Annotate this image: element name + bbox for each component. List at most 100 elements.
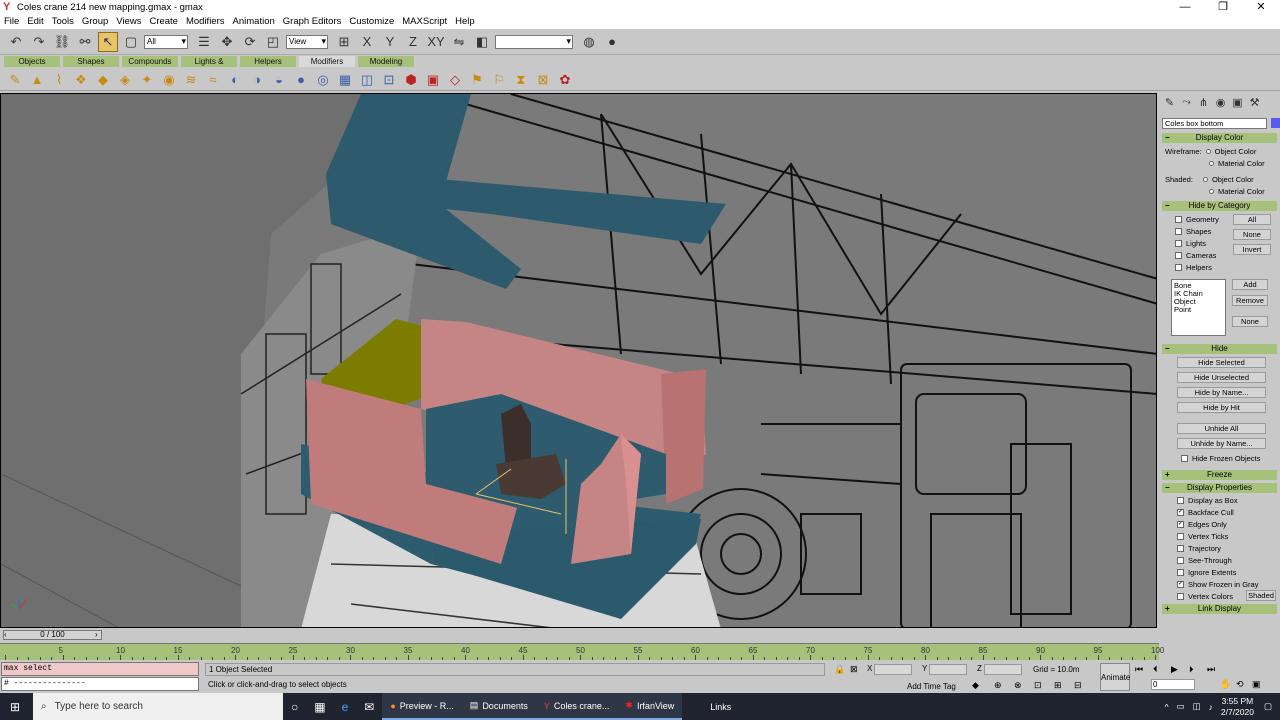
category-none-button[interactable]: None bbox=[1233, 229, 1271, 240]
menu-tools[interactable]: Tools bbox=[52, 16, 74, 27]
rollout-display-color[interactable]: − Display Color bbox=[1162, 133, 1277, 143]
taskbar-app-documents[interactable]: ▤ Documents bbox=[461, 693, 536, 720]
tab-objects[interactable]: Objects bbox=[4, 56, 60, 67]
list-remove-button[interactable]: Remove bbox=[1232, 295, 1268, 306]
affect-region-modifier-icon[interactable]: ◎ bbox=[314, 71, 332, 89]
maxscript-listener-input[interactable]: max select bbox=[1, 662, 199, 676]
store-icon[interactable]: ▦ bbox=[306, 693, 333, 720]
zoom-region-icon[interactable]: ⊞ bbox=[1054, 680, 1062, 691]
play-icon[interactable]: ▶ bbox=[1171, 664, 1178, 675]
render-icon[interactable]: ● bbox=[602, 32, 622, 52]
rollout-hide[interactable]: − Hide bbox=[1162, 344, 1277, 354]
network-icon[interactable]: ◫ bbox=[1193, 701, 1201, 712]
taskbar-links[interactable]: Links bbox=[702, 693, 739, 720]
lattice-modifier-icon[interactable]: ▦ bbox=[336, 71, 354, 89]
pan-icon[interactable]: ✋ bbox=[1220, 679, 1231, 690]
restore-button[interactable]: ❐ bbox=[1204, 0, 1242, 14]
hierarchy-tab-icon[interactable]: ⋔ bbox=[1195, 96, 1212, 112]
goto-start-icon[interactable]: ⏮ bbox=[1135, 664, 1143, 675]
redo-icon[interactable]: ↷ bbox=[29, 32, 49, 52]
y-coord-field[interactable] bbox=[929, 664, 967, 675]
object-color-swatch[interactable] bbox=[1271, 118, 1280, 128]
hide-selected-button[interactable]: Hide Selected bbox=[1177, 357, 1266, 368]
bend-modifier-icon[interactable]: ✎ bbox=[6, 71, 24, 89]
tab-modeling[interactable]: Modeling bbox=[358, 56, 414, 67]
edit-patch-modifier-icon[interactable]: ⚐ bbox=[490, 71, 508, 89]
rollout-display-properties[interactable]: − Display Properties bbox=[1162, 483, 1277, 493]
next-key-icon[interactable]: ⏵ bbox=[1189, 664, 1194, 675]
create-tab-icon[interactable]: ✎ bbox=[1161, 96, 1178, 112]
perspective-viewport[interactable] bbox=[0, 93, 1157, 628]
absolute-mode-icon[interactable]: ⊠ bbox=[850, 664, 858, 675]
animate-button[interactable]: Animate bbox=[1100, 663, 1130, 691]
z-coord-field[interactable] bbox=[984, 664, 1022, 675]
time-slider-track[interactable]: 0 / 100 ‹ › bbox=[0, 629, 1157, 641]
material-editor-icon[interactable]: ◍ bbox=[579, 32, 599, 52]
unwrap-uvw-modifier-icon[interactable]: ✿ bbox=[556, 71, 574, 89]
menu-views[interactable]: Views bbox=[116, 16, 141, 27]
rotate-icon[interactable]: ⟳ bbox=[240, 32, 260, 52]
menu-file[interactable]: File bbox=[4, 16, 19, 27]
x-coord-field[interactable] bbox=[874, 664, 912, 675]
tab-shapes[interactable]: Shapes bbox=[63, 56, 119, 67]
tray-overflow-icon[interactable]: ^ bbox=[1165, 702, 1169, 712]
add-time-tag-button[interactable]: Add Time Tag bbox=[907, 682, 956, 691]
zoom-icon[interactable]: ⊕ bbox=[994, 680, 1002, 691]
next-frame-icon[interactable]: › bbox=[95, 630, 98, 639]
skew-modifier-icon[interactable]: ◐ bbox=[226, 71, 244, 89]
uvw-map-modifier-icon[interactable]: ◇ bbox=[446, 71, 464, 89]
menu-graph-editors[interactable]: Graph Editors bbox=[283, 16, 342, 27]
notification-icon[interactable]: ▢ bbox=[1264, 701, 1272, 712]
twist-modifier-icon[interactable]: ⌇ bbox=[50, 71, 68, 89]
shaded-material-color-radio[interactable] bbox=[1209, 188, 1214, 194]
display-property-checkbox[interactable]: ✓ bbox=[1177, 580, 1184, 588]
shaded-object-color-radio[interactable] bbox=[1202, 176, 1208, 182]
menu-animation[interactable]: Animation bbox=[233, 16, 275, 27]
hide-geometry-checkbox[interactable] bbox=[1175, 215, 1182, 223]
undo-icon[interactable]: ↶ bbox=[6, 32, 26, 52]
zoom-extents-icon[interactable]: ⊡ bbox=[1034, 680, 1042, 691]
hide-helpers-checkbox[interactable] bbox=[1175, 263, 1182, 271]
region-select-icon[interactable]: ▢ bbox=[121, 32, 141, 52]
menu-create[interactable]: Create bbox=[149, 16, 178, 27]
tab-compounds[interactable]: Compounds bbox=[122, 56, 178, 67]
squeeze-modifier-icon[interactable]: ◈ bbox=[116, 71, 134, 89]
push-modifier-icon[interactable]: ✦ bbox=[138, 71, 156, 89]
clock[interactable]: 3:55 PM 2/7/2020 bbox=[1221, 696, 1254, 718]
display-property-checkbox[interactable] bbox=[1177, 496, 1184, 504]
motion-tab-icon[interactable]: ◉ bbox=[1212, 96, 1229, 112]
minimize-button[interactable]: — bbox=[1166, 0, 1204, 14]
pivot-icon[interactable]: ⊞ bbox=[334, 32, 354, 52]
stretch-modifier-icon[interactable]: ◆ bbox=[94, 71, 112, 89]
restrict-z-icon[interactable]: Z bbox=[403, 32, 423, 52]
relax-modifier-icon[interactable]: ◉ bbox=[160, 71, 178, 89]
tab-helpers[interactable]: Helpers bbox=[240, 56, 296, 67]
category-list[interactable]: Bone IK Chain Object Point bbox=[1171, 279, 1226, 336]
hide-frozen-objects-checkbox[interactable] bbox=[1181, 454, 1188, 462]
hide-cameras-checkbox[interactable] bbox=[1175, 251, 1182, 259]
select-object-icon[interactable]: ↖ bbox=[98, 31, 118, 52]
restrict-xy-icon[interactable]: XY bbox=[426, 32, 446, 52]
display-property-checkbox[interactable]: ✓ bbox=[1177, 520, 1184, 528]
select-link-icon[interactable]: ⛓ bbox=[52, 32, 72, 52]
list-item[interactable]: IK Chain Object bbox=[1174, 290, 1223, 306]
restrict-x-icon[interactable]: X bbox=[357, 32, 377, 52]
align-icon[interactable]: ◧ bbox=[472, 32, 492, 52]
task-view-icon[interactable]: ○ bbox=[283, 693, 306, 720]
preserve-modifier-icon[interactable]: ▣ bbox=[424, 71, 442, 89]
extrude-modifier-icon[interactable]: ⧗ bbox=[512, 71, 530, 89]
taskbar-app-gmax[interactable]: Y Coles crane... bbox=[535, 693, 618, 720]
prev-frame-icon[interactable]: ‹ bbox=[4, 630, 7, 639]
restrict-y-icon[interactable]: Y bbox=[380, 32, 400, 52]
list-none-button[interactable]: None bbox=[1232, 316, 1268, 327]
selection-filter-dropdown[interactable]: All bbox=[144, 34, 188, 49]
lock-selection-icon[interactable]: 🔒 bbox=[834, 664, 845, 675]
shell-modifier-icon[interactable]: ◒ bbox=[270, 71, 288, 89]
goto-end-icon[interactable]: ⏭ bbox=[1207, 664, 1215, 675]
windows-start-icon[interactable]: ⊞ bbox=[10, 700, 20, 714]
display-tab-icon[interactable]: ▣ bbox=[1229, 96, 1246, 112]
utilities-tab-icon[interactable]: ⚒ bbox=[1246, 96, 1263, 112]
taskbar-search[interactable]: ⌕ Type here to search bbox=[33, 693, 283, 720]
vertex-colors-shaded-button[interactable]: Shaded bbox=[1246, 590, 1276, 601]
list-add-button[interactable]: Add bbox=[1232, 279, 1268, 290]
